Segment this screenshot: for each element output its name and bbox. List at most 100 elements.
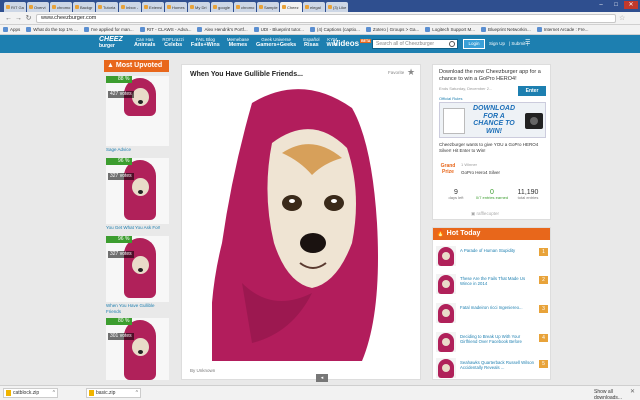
rafflecopter-credit[interactable]: ▣ rafflecopter bbox=[471, 211, 499, 217]
hot-item-title[interactable]: Deciding to Break Up With Your Girlfrien… bbox=[460, 334, 536, 345]
nav-gamers-geeks[interactable]: Geek Universe Gamers+Geeks bbox=[256, 37, 296, 48]
browser-tab[interactable]: chromo bbox=[234, 2, 256, 12]
bookmark-item[interactable]: Alex Hendrik's Portf... bbox=[197, 27, 248, 32]
minimize-icon[interactable]: – bbox=[594, 1, 608, 9]
hot-item-title[interactable]: Seahawks Quarterback Russell Wilson Acci… bbox=[460, 360, 536, 371]
login-button[interactable]: Login bbox=[463, 39, 485, 49]
nav-celebs[interactable]: ROFLrazzi Celebs bbox=[162, 37, 184, 48]
browser-tab[interactable]: Tutoria bbox=[96, 2, 118, 12]
browser-tab[interactable]: My Dri bbox=[188, 2, 210, 12]
post-image[interactable] bbox=[212, 83, 387, 361]
cheezburger-logo[interactable]: CHEEZ burger bbox=[99, 36, 129, 52]
face-shape bbox=[442, 252, 450, 260]
upvoted-title[interactable]: When You Have Gullible Friends bbox=[106, 303, 169, 314]
browser-tab[interactable]: Overvi bbox=[27, 2, 49, 12]
list-item[interactable]: Deciding to Break Up With Your Girlfrien… bbox=[436, 332, 549, 354]
browser-tab[interactable]: Sample bbox=[257, 2, 279, 12]
hot-item-title[interactable]: Fatal madeiron ricci Ingeniereo... bbox=[460, 305, 536, 310]
close-window-icon[interactable]: ✕ bbox=[624, 1, 638, 9]
upvoted-title[interactable]: Sage Advice bbox=[106, 147, 169, 153]
nav-memes[interactable]: Memebase Memes bbox=[227, 37, 249, 48]
upvoted-thumbnail[interactable]: 80 % 301 votes bbox=[106, 318, 169, 380]
search-icon[interactable] bbox=[449, 41, 455, 47]
list-item[interactable]: These Are the Fails That Made Us Wince i… bbox=[436, 274, 549, 296]
browser-tab[interactable]: Inbox - bbox=[119, 2, 141, 12]
menu-icon[interactable]: ☰ bbox=[525, 40, 531, 46]
chevron-up-icon[interactable]: ^ bbox=[53, 389, 55, 397]
list-item[interactable]: Fatal madeiron ricci Ingeniereo... 3 bbox=[436, 303, 549, 325]
upvoted-thumbnail[interactable]: 96 % 327 votes bbox=[106, 236, 169, 302]
post-byline[interactable]: By Unknown bbox=[190, 368, 215, 373]
bookmark-star-icon[interactable]: ☆ bbox=[619, 14, 628, 22]
hot-thumbnail[interactable] bbox=[436, 358, 456, 378]
chevron-up-icon[interactable]: ^ bbox=[136, 389, 138, 397]
favicon-icon bbox=[144, 5, 148, 9]
favicon-icon bbox=[75, 5, 79, 9]
upvoted-thumbnail[interactable]: 88 % 427 votes bbox=[106, 76, 169, 116]
list-item[interactable]: 88 % 427 votes Sage Advice bbox=[106, 76, 169, 153]
post-title[interactable]: When You Have Gullible Friends... bbox=[190, 71, 303, 78]
nav-fails-wins[interactable]: FAIL Blog Fails+Wins bbox=[191, 37, 220, 48]
promo-banner[interactable]: DOWNLOAD FOR A CHANCE TO WIN! bbox=[439, 102, 546, 138]
bookmark-item[interactable]: I've applied for man... bbox=[83, 27, 134, 32]
bookmark-item[interactable]: What do the top 1% ... bbox=[26, 27, 78, 32]
official-rules-link[interactable]: Official Rules bbox=[439, 96, 463, 101]
bookmark-item[interactable]: Internet Arcade : Fre... bbox=[536, 27, 589, 32]
browser-tab[interactable]: chromo bbox=[50, 2, 72, 12]
enter-button[interactable]: Enter bbox=[518, 86, 546, 96]
logo-line-1: CHEEZ bbox=[99, 36, 123, 43]
reload-icon[interactable]: ↻ bbox=[24, 14, 33, 23]
bookmark-icon bbox=[481, 27, 486, 32]
browser-tab[interactable]: Homes bbox=[165, 2, 187, 12]
browser-tab[interactable]: RIT Ga bbox=[4, 2, 26, 12]
favicon-icon bbox=[259, 5, 263, 9]
url-input[interactable]: www.cheezburger.com bbox=[36, 13, 616, 23]
winner-count: 1 Winner bbox=[461, 162, 478, 167]
browser-tab[interactable]: google bbox=[211, 2, 233, 12]
nav-animals[interactable]: Can Has Animals bbox=[134, 37, 155, 48]
post-card: When You Have Gullible Friends... Favori… bbox=[181, 64, 421, 380]
favicon-icon bbox=[190, 5, 194, 9]
videos-link[interactable]: Videos BETA bbox=[333, 39, 372, 48]
list-item[interactable]: Seahawks Quarterback Russell Wilson Acci… bbox=[436, 358, 549, 380]
download-item[interactable]: catblock.zip ^ bbox=[3, 388, 58, 398]
hot-thumbnail[interactable] bbox=[436, 332, 456, 352]
close-icon[interactable]: ✕ bbox=[630, 388, 635, 395]
bookmark-item[interactable]: Zotero | Groups > Ga... bbox=[365, 27, 419, 32]
forward-arrow-icon[interactable]: → bbox=[14, 14, 23, 23]
hot-thumbnail[interactable] bbox=[436, 274, 456, 294]
face-shape bbox=[442, 309, 450, 317]
nav-risas[interactable]: Español Risas bbox=[303, 37, 319, 48]
bookmark-item[interactable]: Blueprint Networkin... bbox=[481, 27, 531, 32]
bookmark-apps[interactable]: Apps bbox=[3, 27, 20, 32]
bookmark-item[interactable]: Logitech Support M... bbox=[425, 27, 475, 32]
favorite-label[interactable]: Favorite bbox=[388, 70, 404, 75]
maximize-icon[interactable]: □ bbox=[609, 1, 623, 9]
back-arrow-icon[interactable]: ← bbox=[4, 14, 13, 23]
list-item[interactable]: A Parade of Human Stupidity 1 bbox=[436, 246, 549, 268]
bookmarks-bar: Apps What do the top 1% ... I've applied… bbox=[0, 25, 640, 35]
search-input[interactable]: Search all of Cheezburger bbox=[372, 39, 458, 49]
vote-count: 327 votes bbox=[108, 173, 134, 180]
upvoted-thumbnail[interactable]: 96 % 327 votes bbox=[106, 158, 169, 224]
hot-thumbnail[interactable] bbox=[436, 246, 456, 266]
upvote-percent: 96 % bbox=[106, 236, 133, 243]
download-item[interactable]: basic.zip ^ bbox=[86, 388, 141, 398]
bookmark-item[interactable]: (4) Captions (captio... bbox=[309, 27, 360, 32]
browser-tab-active[interactable]: Cheez bbox=[280, 2, 302, 12]
browser-tab[interactable]: (3) Like bbox=[326, 2, 348, 12]
prev-post-button[interactable]: ◂ bbox=[316, 374, 328, 382]
hot-item-title[interactable]: These Are the Fails That Made Us Wince i… bbox=[460, 276, 536, 287]
hot-thumbnail[interactable] bbox=[436, 303, 456, 323]
list-item[interactable]: 96 % 327 votes You Get What You Ask For! bbox=[106, 158, 169, 231]
browser-tab[interactable]: Backgr bbox=[73, 2, 95, 12]
hot-item-title[interactable]: A Parade of Human Stupidity bbox=[460, 248, 536, 253]
list-item[interactable]: 96 % 327 votes When You Have Gullible Fr… bbox=[106, 236, 169, 314]
list-item[interactable]: 80 % 301 votes bbox=[106, 318, 169, 380]
browser-tab[interactable]: elegal bbox=[303, 2, 325, 12]
bookmark-item[interactable]: UDI - Blueprint tutor... bbox=[253, 27, 304, 32]
favorite-star-icon[interactable]: ★ bbox=[407, 67, 415, 78]
upvoted-title[interactable]: You Get What You Ask For! bbox=[106, 225, 169, 231]
browser-tab[interactable]: Extensi bbox=[142, 2, 164, 12]
bookmark-item[interactable]: RIT - CLAWS - Adva... bbox=[139, 27, 191, 32]
